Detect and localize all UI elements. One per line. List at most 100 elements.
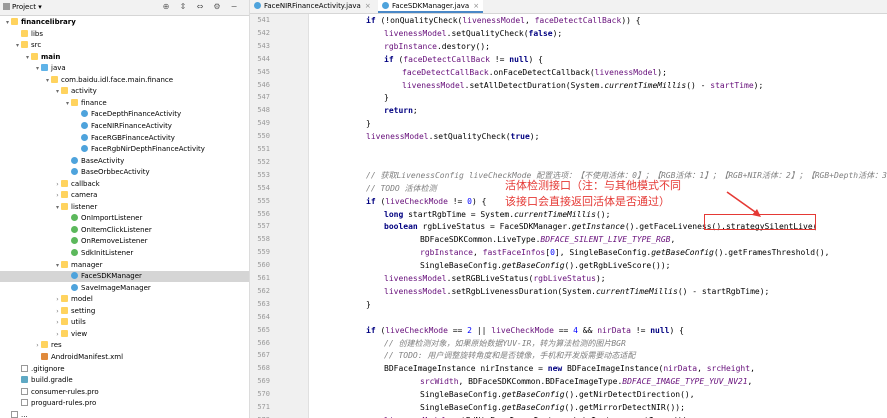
code-token: rgbLiveStatus = FaceSDKManager. xyxy=(422,222,572,232)
minimize-icon[interactable]: − xyxy=(228,1,240,13)
chevron-right-icon[interactable]: › xyxy=(54,294,61,305)
code-line[interactable]: livenessModel.setRGBLiveStatus(rgbLiveSt… xyxy=(384,272,606,285)
tree-item[interactable]: FaceRGBFinanceActivity xyxy=(0,133,249,144)
chevron-right-icon[interactable]: › xyxy=(54,306,61,317)
tree-item[interactable]: ▾ main xyxy=(0,52,249,63)
tree-item[interactable]: consumer-rules.pro xyxy=(0,387,249,398)
code-line[interactable]: if (faceDetectCallBack != null) { xyxy=(384,53,543,66)
tree-item[interactable]: OnItemClickListener xyxy=(0,225,249,236)
tree-item[interactable]: › utils xyxy=(0,317,249,328)
tree-item[interactable]: FaceRgbNirDepthFinanceActivity xyxy=(0,144,249,155)
close-icon[interactable]: × xyxy=(365,2,371,10)
ide-window: Project ▾ ⊕ ⇕ ⇔ ⚙ − ▾ financelibrary libs ▾… xyxy=(0,0,887,418)
tree-item[interactable]: ▾ com.baidu.idl.face.main.finance xyxy=(0,75,249,86)
tree-item[interactable]: OnImportListener xyxy=(0,213,249,224)
tree-item[interactable]: ▾ listener xyxy=(0,202,249,213)
tree-item[interactable]: ▾ activity xyxy=(0,86,249,97)
line-number: 541 xyxy=(257,16,270,24)
tab-facesdkmanager[interactable]: FaceSDKManager.java × xyxy=(378,0,484,13)
target-icon[interactable]: ⊕ xyxy=(160,1,172,13)
code-token: BDFaceImageInstance nirInstance = xyxy=(384,364,548,374)
gear-icon[interactable]: ⚙ xyxy=(211,1,223,13)
tree-item[interactable]: SaveImageManager xyxy=(0,283,249,294)
chevron-down-icon[interactable]: ▾ xyxy=(54,202,61,213)
chevron-down-icon[interactable]: ▾ xyxy=(64,98,71,109)
tree-item[interactable]: FaceSDKManager xyxy=(0,271,249,283)
code-line[interactable]: livenessModel.setQualityCheck(true); xyxy=(366,130,539,143)
tree-item[interactable]: proguard-rules.pro xyxy=(0,398,249,409)
code-line[interactable]: if (!onQualityCheck(livenessModel, faceD… xyxy=(366,14,641,27)
chevron-right-icon[interactable]: › xyxy=(54,179,61,190)
code-line[interactable]: BDFaceSDKCommon.LiveType.BDFACE_SILENT_L… xyxy=(420,233,675,246)
tab-facenirfinanceactivity[interactable]: FaceNIRFinanceActivity.java × xyxy=(250,0,375,13)
code-token: nirData xyxy=(663,364,698,374)
code-token: , xyxy=(750,364,755,374)
code-line[interactable]: SingleBaseConfig.getBaseConfig().getMirr… xyxy=(420,401,685,414)
chevron-down-icon[interactable]: ▾ xyxy=(4,17,11,28)
code-line[interactable]: if (liveCheckMode != 0) { xyxy=(366,195,486,208)
tree-item[interactable]: ▾ java xyxy=(0,63,249,74)
code-line[interactable]: livenessModel.setBdNirFaceImageInstance(… xyxy=(384,414,692,418)
tree-item[interactable]: › callback xyxy=(0,179,249,190)
code-line[interactable]: // 创建检测对象，如果原始数据YUV-IR，转为算法检测的图片BGR xyxy=(384,337,626,350)
code-line[interactable]: livenessModel.setAllDetectDuration(Syste… xyxy=(402,79,763,92)
chevron-right-icon[interactable]: › xyxy=(34,340,41,351)
code-line[interactable]: srcWidth, BDFaceSDKCommon.BDFaceImageTyp… xyxy=(420,375,752,388)
project-view-selector[interactable]: Project ▾ xyxy=(3,1,42,14)
tree-item-label: OnRemoveListener xyxy=(81,237,148,246)
tree-item[interactable]: libs xyxy=(0,29,249,40)
code-editor[interactable]: FaceNIRFinanceActivity.java × FaceSDKMana… xyxy=(250,0,887,418)
expand-icon[interactable]: ⇕ xyxy=(177,1,189,13)
code-line[interactable]: return; xyxy=(384,104,418,117)
tree-item[interactable]: ▾ finance xyxy=(0,98,249,109)
code-line[interactable]: rgbInstance.destory(); xyxy=(384,40,490,53)
chevron-down-icon[interactable]: ▾ xyxy=(24,52,31,63)
code-line[interactable]: if (liveCheckMode == 2 || liveCheckMode … xyxy=(366,324,684,337)
tree-item[interactable]: › model xyxy=(0,294,249,305)
chevron-down-icon[interactable]: ▾ xyxy=(14,40,21,51)
chevron-right-icon[interactable]: › xyxy=(54,317,61,328)
code-line[interactable]: faceDetectCallBack.onFaceDetectCallback(… xyxy=(402,66,667,79)
code-token: faceDetectCallBack xyxy=(402,67,489,77)
code-line[interactable]: } xyxy=(366,298,371,311)
tree-item[interactable]: build.gradle xyxy=(0,375,249,386)
tree-item[interactable]: AndroidManifest.xml xyxy=(0,352,249,363)
tree-item[interactable]: FaceNIRFinanceActivity xyxy=(0,121,249,132)
code-line[interactable]: } xyxy=(366,117,371,130)
tree-item[interactable]: SdkInitListener xyxy=(0,248,249,259)
code-line[interactable]: BDFaceImageInstance nirInstance = new BD… xyxy=(384,362,755,375)
code-line[interactable]: // TODO: 用户调整旋转角度和是否镜像，手机和开发版需要动态适配 xyxy=(384,349,635,362)
chevron-down-icon[interactable]: ▾ xyxy=(44,75,51,86)
tree-item[interactable]: FaceDepthFinanceActivity xyxy=(0,109,249,120)
code-line[interactable]: SingleBaseConfig.getBaseConfig().getNirD… xyxy=(420,388,695,401)
tree-item[interactable]: ▾ manager xyxy=(0,260,249,271)
tree-item[interactable]: › setting xyxy=(0,306,249,317)
tree-item[interactable]: BaseActivity xyxy=(0,156,249,167)
tree-item[interactable]: BaseOrbbecActivity xyxy=(0,167,249,178)
tree-item[interactable]: .gitignore xyxy=(0,364,249,375)
code-token: .setAllDetectDuration(System. xyxy=(464,80,605,90)
code-token: ); xyxy=(595,274,606,283)
chevron-right-icon[interactable]: › xyxy=(54,190,61,201)
tree-item[interactable]: ▾ src xyxy=(0,40,249,51)
code-token: rgbLiveStatus xyxy=(533,274,596,283)
code-line[interactable]: // TODO 活体检测 xyxy=(366,182,437,195)
chevron-down-icon[interactable]: ▾ xyxy=(54,260,61,271)
tree-item[interactable]: ▾ financelibrary xyxy=(0,17,249,28)
tree-item[interactable]: › camera xyxy=(0,190,249,201)
chevron-right-icon[interactable]: › xyxy=(54,329,61,340)
code-line[interactable]: livenessModel.setRgbLivenessDuration(Sys… xyxy=(384,285,769,298)
code-line[interactable]: rgbInstance, fastFaceInfos[0], SingleBas… xyxy=(420,246,829,259)
close-icon[interactable]: × xyxy=(473,2,479,10)
collapse-icon[interactable]: ⇔ xyxy=(194,1,206,13)
tree-item[interactable]: › res xyxy=(0,340,249,351)
code-line[interactable]: SingleBaseConfig.getBaseConfig().getRgbL… xyxy=(420,259,670,272)
code-line[interactable]: } xyxy=(384,91,389,104)
chevron-down-icon[interactable]: ▾ xyxy=(34,63,41,74)
code-token: false xyxy=(528,28,553,38)
tree-item[interactable]: OnRemoveListener xyxy=(0,236,249,247)
tree-item[interactable]: ... xyxy=(0,410,249,418)
code-line[interactable]: livenessModel.setQualityCheck(false); xyxy=(384,27,562,40)
tree-item[interactable]: › view xyxy=(0,329,249,340)
chevron-down-icon[interactable]: ▾ xyxy=(54,86,61,97)
